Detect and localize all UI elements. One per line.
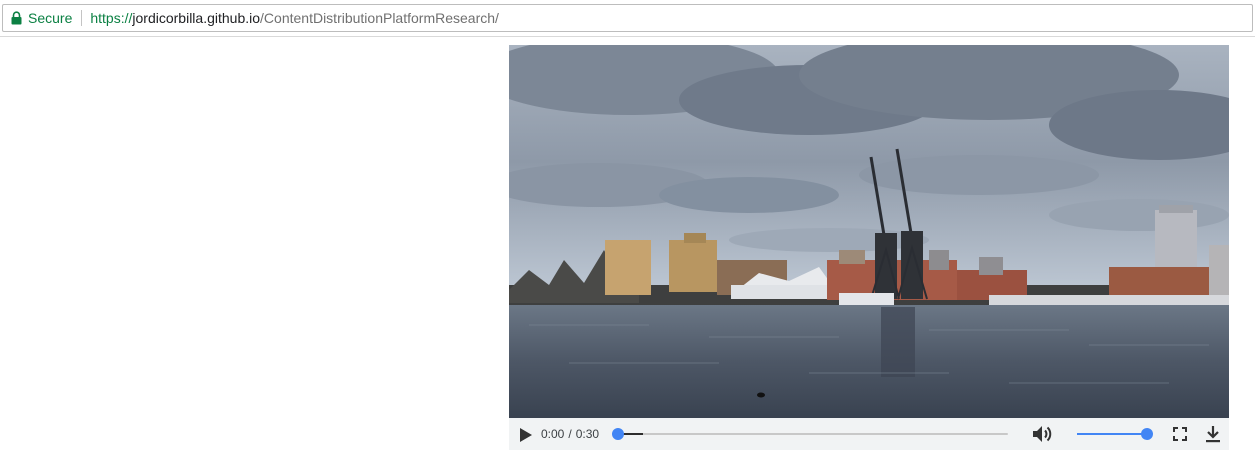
secure-label: Secure bbox=[28, 10, 73, 26]
download-icon[interactable] bbox=[1205, 425, 1221, 443]
seek-thumb[interactable] bbox=[612, 428, 624, 440]
current-time: 0:00 bbox=[541, 427, 565, 441]
url-path: /ContentDistributionPlatformResearch/ bbox=[260, 10, 499, 26]
volume-slider[interactable] bbox=[1077, 428, 1153, 440]
toolbar-divider bbox=[0, 36, 1255, 37]
video-frame[interactable] bbox=[509, 45, 1229, 418]
volume-icon[interactable] bbox=[1031, 424, 1053, 444]
seek-slider[interactable] bbox=[612, 428, 1008, 440]
address-bar[interactable]: Secure https://jordicorbilla.github.io/C… bbox=[2, 4, 1253, 32]
address-separator bbox=[81, 10, 83, 26]
url-host: jordicorbilla.github.io bbox=[132, 10, 261, 26]
video-player[interactable]: 0:00/0:30 bbox=[509, 45, 1229, 450]
duration: 0:30 bbox=[575, 427, 600, 441]
play-icon[interactable] bbox=[519, 427, 533, 443]
volume-thumb[interactable] bbox=[1141, 428, 1153, 440]
url-scheme: https:// bbox=[90, 10, 133, 26]
url-text[interactable]: https://jordicorbilla.github.io/ContentD… bbox=[90, 10, 499, 26]
fullscreen-icon[interactable] bbox=[1173, 427, 1187, 441]
volume-fill bbox=[1077, 433, 1147, 435]
time-separator: / bbox=[568, 427, 572, 441]
video-controls: 0:00/0:30 bbox=[509, 418, 1229, 450]
lock-icon bbox=[11, 11, 22, 25]
time-display: 0:00/0:30 bbox=[541, 427, 599, 441]
